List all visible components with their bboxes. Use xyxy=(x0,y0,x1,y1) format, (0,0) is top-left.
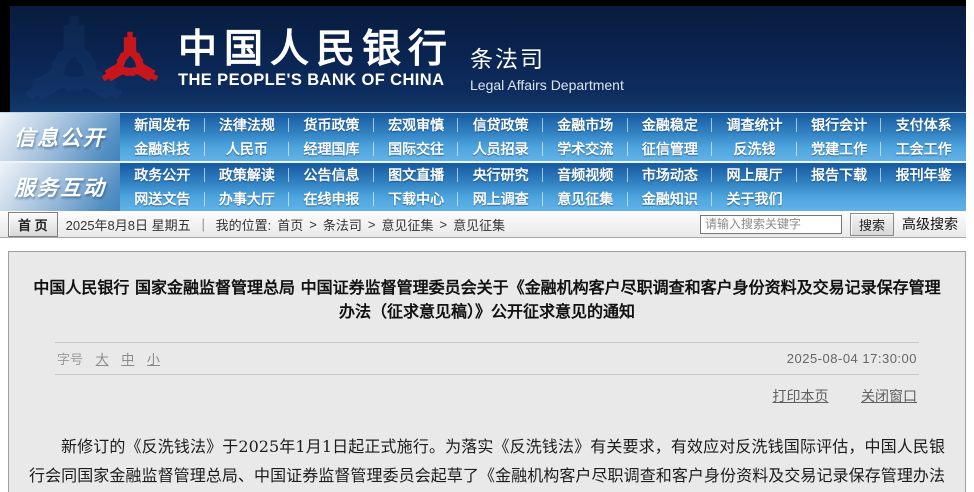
nav-item-market-trends[interactable]: 市场动态 xyxy=(628,163,713,187)
nav-grid-services: 政务公开 政策解读 公告信息 图文直播 央行研究 音频视频 市场动态 网上展厅 … xyxy=(120,163,966,211)
search-area: 搜索 高级搜索 xyxy=(700,213,958,236)
nav-item-survey-statistics[interactable]: 调查统计 xyxy=(712,113,797,137)
nav-item-renminbi[interactable]: 人民币 xyxy=(205,137,290,161)
crumb-separator: > xyxy=(309,217,317,232)
search-button[interactable]: 搜索 xyxy=(850,213,894,236)
nav-category-info-disclosure[interactable]: 信息公开 xyxy=(0,113,120,161)
nav-item-credit-policy[interactable]: 信贷政策 xyxy=(458,113,543,137)
font-size-selector: 字号 大 中 小 xyxy=(57,349,160,368)
nav-item-credit-reporting[interactable]: 征信管理 xyxy=(628,137,713,161)
nav-item-labor-union[interactable]: 工会工作 xyxy=(881,137,966,161)
nav-item-laws[interactable]: 法律法规 xyxy=(205,113,290,137)
nav-item-online-notices[interactable]: 网送文告 xyxy=(120,187,205,211)
breadcrumb: 2025年8月8日 星期五 ｜ 我的位置: 首页 > 条法司 > 意见征集 > … xyxy=(66,215,505,234)
department-block: 条法司 Legal Affairs Department xyxy=(470,26,624,93)
article-paragraph: 新修订的《反洗钱法》于2025年1月1日起正式施行。为落实《反洗钱法》有关要求，… xyxy=(29,432,945,492)
nav-item-financial-markets[interactable]: 金融市场 xyxy=(543,113,628,137)
nav-item-fintech[interactable]: 金融科技 xyxy=(120,137,205,161)
article-title: 中国人民银行 国家金融监督管理总局 中国证券监督管理委员会关于《金融机构客户尽职… xyxy=(9,252,965,334)
home-button[interactable]: 首 页 xyxy=(8,212,58,237)
nav-item-international[interactable]: 国际交往 xyxy=(374,137,459,161)
department-name-en: Legal Affairs Department xyxy=(470,77,624,93)
meta-row-actions: 打印本页 关闭窗口 xyxy=(55,375,919,406)
print-page-link[interactable]: 打印本页 xyxy=(773,388,829,404)
nav-item-service-hall[interactable]: 办事大厅 xyxy=(205,187,290,211)
nav-item-gov-affairs[interactable]: 政务公开 xyxy=(120,163,205,187)
breadcrumb-link-current[interactable]: 意见征集 xyxy=(453,215,505,234)
nav-item-audio-video[interactable]: 音频视频 xyxy=(543,163,628,187)
date-text: 2025年8月8日 星期五 xyxy=(66,215,191,234)
article-container: 中国人民银行 国家金融监督管理总局 中国证券监督管理委员会关于《金融机构客户尽职… xyxy=(8,251,966,492)
nav-grid-info: 新闻发布 法律法规 货币政策 宏观审慎 信贷政策 金融市场 金融稳定 调查统计 … xyxy=(120,113,966,161)
nav-item-recruitment[interactable]: 人员招录 xyxy=(458,137,543,161)
crumb-separator: > xyxy=(440,217,448,232)
nav-item-anti-money-laundering[interactable]: 反洗钱 xyxy=(712,137,797,161)
nav-category-services[interactable]: 服务互动 xyxy=(0,163,120,211)
nav-item-news[interactable]: 新闻发布 xyxy=(120,113,205,137)
search-input[interactable] xyxy=(700,215,842,234)
nav-item-live-broadcast[interactable]: 图文直播 xyxy=(374,163,459,187)
font-size-label: 字号 xyxy=(57,352,83,367)
divider-glyph: ｜ xyxy=(197,215,210,234)
nav-item-monetary-policy[interactable]: 货币政策 xyxy=(289,113,374,137)
main-nav: 信息公开 新闻发布 法律法规 货币政策 宏观审慎 信贷政策 金融市场 金融稳定 … xyxy=(0,112,966,211)
breadcrumb-link-department[interactable]: 条法司 xyxy=(323,215,362,234)
nav-item-announcements[interactable]: 公告信息 xyxy=(289,163,374,187)
nav-item-financial-stability[interactable]: 金融稳定 xyxy=(628,113,713,137)
breadcrumb-bar: 首 页 2025年8月8日 星期五 ｜ 我的位置: 首页 > 条法司 > 意见征… xyxy=(0,211,966,238)
nav-item-download-center[interactable]: 下载中心 xyxy=(374,187,459,211)
font-size-medium-link[interactable]: 中 xyxy=(121,352,134,367)
publish-timestamp: 2025-08-04 17:30:00 xyxy=(787,351,917,366)
article-meta: 字号 大 中 小 2025-08-04 17:30:00 打印本页 关闭窗口 xyxy=(55,342,919,406)
nav-item-research[interactable]: 央行研究 xyxy=(458,163,543,187)
location-label: 我的位置: xyxy=(216,215,272,234)
nav-item-report-download[interactable]: 报告下载 xyxy=(797,163,882,187)
nav-item-macro-prudential[interactable]: 宏观审慎 xyxy=(374,113,459,137)
nav-section-services: 服务互动 政务公开 政策解读 公告信息 图文直播 央行研究 音频视频 市场动态 … xyxy=(0,163,966,211)
content-gap xyxy=(0,238,966,251)
bank-name-en: THE PEOPLE'S BANK OF CHINA xyxy=(178,71,454,90)
nav-item-about-us[interactable]: 关于我们 xyxy=(712,187,797,211)
nav-item-academic-exchange[interactable]: 学术交流 xyxy=(543,137,628,161)
font-size-small-link[interactable]: 小 xyxy=(147,352,160,367)
nav-item-policy-interpretation[interactable]: 政策解读 xyxy=(205,163,290,187)
department-name-cn: 条法司 xyxy=(470,40,624,74)
bank-title-block: 中国人民银行 THE PEOPLE'S BANK OF CHINA xyxy=(178,29,454,90)
nav-item-treasury[interactable]: 经理国库 xyxy=(289,137,374,161)
nav-item-online-survey[interactable]: 网上调查 xyxy=(458,187,543,211)
breadcrumb-link-section[interactable]: 意见征集 xyxy=(381,215,433,234)
nav-item-empty xyxy=(797,187,882,211)
nav-item-bank-accounting[interactable]: 银行会计 xyxy=(797,113,882,137)
nav-item-periodicals[interactable]: 报刊年鉴 xyxy=(881,163,966,187)
nav-item-online-filing[interactable]: 在线申报 xyxy=(289,187,374,211)
page: 中国人民银行 THE PEOPLE'S BANK OF CHINA 条法司 Le… xyxy=(0,0,966,492)
pboc-logo-icon xyxy=(96,23,164,95)
breadcrumb-link-home[interactable]: 首页 xyxy=(277,215,303,234)
nav-item-payment-system[interactable]: 支付体系 xyxy=(881,113,966,137)
nav-section-info-disclosure: 信息公开 新闻发布 法律法规 货币政策 宏观审慎 信贷政策 金融市场 金融稳定 … xyxy=(0,113,966,161)
header-banner: 中国人民银行 THE PEOPLE'S BANK OF CHINA 条法司 Le… xyxy=(0,6,966,112)
nav-item-party-building[interactable]: 党建工作 xyxy=(797,137,882,161)
crumb-separator: > xyxy=(368,217,376,232)
nav-item-online-exhibition[interactable]: 网上展厅 xyxy=(712,163,797,187)
nav-item-financial-knowledge[interactable]: 金融知识 xyxy=(628,187,713,211)
close-window-link[interactable]: 关闭窗口 xyxy=(861,388,917,404)
font-size-large-link[interactable]: 大 xyxy=(96,352,109,367)
nav-item-empty xyxy=(881,187,966,211)
advanced-search-link[interactable]: 高级搜索 xyxy=(902,214,958,234)
meta-row-top: 字号 大 中 小 2025-08-04 17:30:00 xyxy=(55,342,919,375)
bank-name-cn: 中国人民银行 xyxy=(178,29,454,69)
nav-item-comment-solicitation[interactable]: 意见征集 xyxy=(543,187,628,211)
